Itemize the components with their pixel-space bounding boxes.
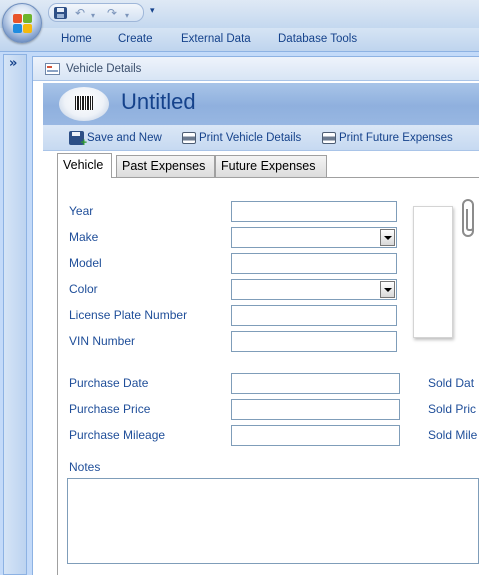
license-plate-label: License Plate Number <box>69 308 188 322</box>
vin-label: VIN Number <box>69 334 136 348</box>
model-label: Model <box>69 256 102 270</box>
form-tab-strip: Vehicle Past Expenses Future Expenses <box>57 153 479 178</box>
form-header: Untitled <box>43 83 479 125</box>
office-button[interactable] <box>2 3 42 43</box>
vehicle-logo <box>59 87 109 121</box>
form-icon <box>45 63 60 75</box>
print-future-expenses-label: Print Future Expenses <box>339 132 453 144</box>
ribbon-tab-bar: Home Create External Data Database Tools <box>0 28 479 52</box>
sold-mileage-label: Sold Mile <box>428 428 478 442</box>
save-new-icon <box>69 131 87 149</box>
document-tab[interactable]: Vehicle Details <box>33 57 479 81</box>
model-field[interactable] <box>231 253 397 274</box>
expand-nav-icon[interactable]: » <box>9 56 17 71</box>
print-vehicle-details-button[interactable]: Print Vehicle Details <box>182 130 301 146</box>
print-future-expenses-button[interactable]: Print Future Expenses <box>322 130 453 146</box>
navigation-pane: » <box>3 54 27 575</box>
license-plate-field[interactable] <box>231 305 397 326</box>
color-select[interactable] <box>231 279 397 300</box>
notes-label: Notes <box>69 460 101 474</box>
barcode-icon <box>75 96 93 110</box>
tab-database-tools[interactable]: Database Tools <box>278 33 357 45</box>
year-field[interactable] <box>231 201 397 222</box>
redo-icon[interactable]: ↷ <box>107 5 117 21</box>
printer-icon <box>182 132 196 144</box>
paperclip-icon <box>462 199 474 237</box>
undo-dropdown-icon[interactable]: ▾ <box>91 8 95 24</box>
page-title: Untitled <box>121 89 196 114</box>
tab-past-expenses[interactable]: Past Expenses <box>116 155 215 177</box>
redo-dropdown-icon[interactable]: ▾ <box>125 8 129 24</box>
document-tab-label: Vehicle Details <box>66 63 142 75</box>
quick-access-toolbar: ↶ ▾ ↷ ▾ <box>48 3 144 22</box>
make-select[interactable] <box>231 227 397 248</box>
make-label: Make <box>69 230 99 244</box>
color-label: Color <box>69 282 98 296</box>
sold-price-label: Sold Pric <box>428 402 477 416</box>
tab-create[interactable]: Create <box>118 33 153 45</box>
purchase-price-label: Purchase Price <box>69 402 151 416</box>
purchase-mileage-label: Purchase Mileage <box>69 428 166 442</box>
purchase-date-field[interactable] <box>231 373 400 394</box>
save-and-new-label: Save and New <box>87 132 162 144</box>
office-logo-icon <box>13 14 32 33</box>
undo-icon[interactable]: ↶ <box>75 5 85 21</box>
tab-external-data[interactable]: External Data <box>181 33 251 45</box>
chevron-down-icon[interactable] <box>380 281 395 298</box>
chevron-down-icon[interactable] <box>380 229 395 246</box>
print-vehicle-details-label: Print Vehicle Details <box>199 132 302 144</box>
customize-qat-icon[interactable]: ▾ <box>150 6 155 16</box>
tab-vehicle[interactable]: Vehicle <box>57 153 112 178</box>
vehicle-photo[interactable] <box>413 206 453 338</box>
form-toolbar: Save and New Print Vehicle Details Print… <box>43 125 479 151</box>
tab-home[interactable]: Home <box>61 33 92 45</box>
title-bar: ↶ ▾ ↷ ▾ ▾ <box>0 0 479 43</box>
printer-icon <box>322 132 336 144</box>
year-label: Year <box>69 204 94 218</box>
purchase-price-field[interactable] <box>231 399 400 420</box>
notes-field[interactable] <box>67 478 479 564</box>
save-icon[interactable] <box>54 7 67 19</box>
purchase-date-label: Purchase Date <box>69 376 149 390</box>
vin-field[interactable] <box>231 331 397 352</box>
tab-future-expenses[interactable]: Future Expenses <box>215 155 327 177</box>
sold-date-label: Sold Dat <box>428 376 475 390</box>
save-and-new-button[interactable]: Save and New <box>69 130 162 149</box>
purchase-mileage-field[interactable] <box>231 425 400 446</box>
